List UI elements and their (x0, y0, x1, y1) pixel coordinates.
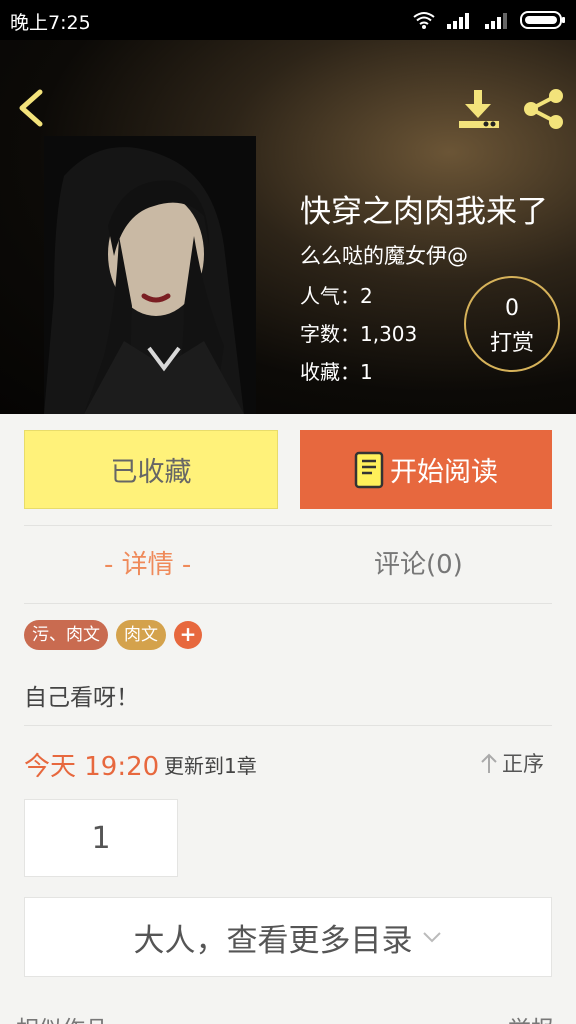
tag-list: 污、肉文 肉文 + (24, 620, 202, 650)
favorites-stat: 收藏：1 (300, 360, 373, 384)
sort-order-button[interactable]: 正序 (480, 748, 544, 778)
arrow-up-icon (481, 753, 497, 773)
wifi-icon (413, 12, 435, 29)
cover-photo (44, 136, 256, 414)
sort-order-label: 正序 (502, 752, 544, 776)
reward-button[interactable]: 0 打赏 (464, 276, 560, 372)
favorited-label: 已收藏 (110, 457, 192, 488)
book-header: 快穿之肉肉我来了 么么哒的魔女伊@ 人气：2 字数：1,303 收藏：1 0 打… (0, 40, 576, 414)
more-catalog-button[interactable]: 大人，查看更多目录 (24, 897, 552, 977)
divider (24, 525, 552, 526)
start-reading-label: 开始阅读 (390, 457, 498, 488)
status-icons (412, 9, 566, 31)
tag-item[interactable]: 污、肉文 (24, 620, 108, 650)
status-bar: 晚上7:25 (0, 0, 576, 40)
word-count-stat: 字数：1,303 (300, 322, 418, 346)
update-time: 今天 19:20 (24, 752, 160, 782)
chapter-number: 1 (91, 820, 111, 856)
tag-item[interactable]: 肉文 (116, 620, 166, 650)
chapter-item[interactable]: 1 (24, 799, 178, 877)
clock: 晚上7:25 (10, 12, 91, 34)
report-link[interactable]: 举报 (508, 1010, 554, 1024)
reward-label: 打赏 (489, 331, 534, 356)
reward-count: 0 (505, 296, 519, 321)
start-reading-button[interactable]: 开始阅读 (300, 430, 552, 509)
download-icon[interactable] (456, 88, 502, 130)
battery-icon (520, 11, 565, 29)
book-icon (354, 451, 384, 488)
back-icon[interactable] (14, 88, 48, 128)
book-description: 自己看呀！ (24, 685, 139, 711)
tab-comments[interactable]: 评论(0) (374, 544, 463, 581)
book-title: 快穿之肉肉我来了 (300, 194, 548, 230)
signal-icon (447, 13, 469, 29)
signal-2-icon (485, 13, 507, 29)
similar-works-heading: 相似作品 (16, 1010, 108, 1024)
divider (24, 725, 552, 726)
author-name[interactable]: 么么哒的魔女伊@ (300, 240, 468, 270)
add-tag-button[interactable]: + (174, 621, 202, 649)
tab-detail[interactable]: - 详情 - (104, 544, 191, 581)
share-icon[interactable] (520, 87, 566, 131)
favorited-button[interactable]: 已收藏 (24, 430, 278, 509)
divider (24, 603, 552, 604)
update-status: 更新到1章 (164, 754, 257, 778)
more-catalog-label: 大人，查看更多目录 (133, 922, 413, 959)
book-cover[interactable] (44, 136, 256, 414)
popularity-stat: 人气：2 (300, 284, 373, 308)
chevron-down-icon (422, 932, 441, 943)
